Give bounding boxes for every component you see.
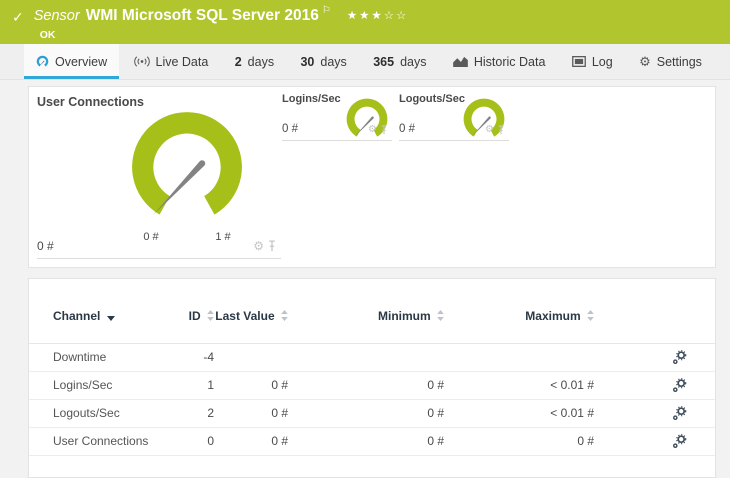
channel-id: 0 — [207, 434, 214, 448]
sort-icon — [437, 310, 444, 321]
channel-minimum: 0 # — [427, 378, 444, 392]
column-header-minimum[interactable]: Minimum — [288, 279, 444, 343]
channel-id: 2 — [207, 406, 214, 420]
gauge-settings-gear-icon[interactable]: ⚙ — [253, 239, 264, 253]
channel-maximum — [444, 343, 594, 371]
channel-last-value: 0 # — [271, 434, 288, 448]
channel-settings-gears-icon[interactable] — [672, 434, 687, 449]
gauge-value: 0 # — [282, 123, 298, 135]
logouts-gauge-tile: Logouts/Sec 0 # ⚙ — [399, 87, 509, 141]
tab-settings[interactable]: ⚙ Settings — [627, 44, 714, 79]
rating-stars[interactable]: ★★★☆☆ — [347, 8, 409, 22]
channel-settings-gears-icon[interactable] — [672, 378, 687, 393]
table-row: User Connections 0 0 # 0 # 0 # — [29, 427, 715, 455]
pin-icon[interactable] — [380, 125, 388, 135]
priority-flag-icon[interactable]: ⚐ — [322, 5, 331, 16]
table-row: Downtime -4 — [29, 343, 715, 371]
historic-chart-icon — [453, 56, 468, 67]
channel-maximum: 0 # — [577, 434, 594, 448]
channel-name: Logins/Sec — [53, 378, 113, 392]
channels-panel: Channel ID Last Value Minimum Maximum Do… — [28, 278, 716, 478]
tab-30-days[interactable]: 30 days — [288, 44, 358, 79]
tab-label: Log — [591, 54, 613, 69]
tab-log[interactable]: Log — [560, 44, 625, 79]
channel-name: Downtime — [53, 350, 107, 364]
channel-last-value: 0 # — [271, 406, 288, 420]
channel-id: 1 — [207, 378, 214, 392]
sort-desc-icon — [107, 316, 115, 321]
table-header-row: Channel ID Last Value Minimum Maximum — [29, 279, 715, 343]
prtg-sensor-page: { "header": { "check": "✓", "kind_label"… — [0, 0, 730, 478]
table-row: Logouts/Sec 2 0 # 0 # < 0.01 # — [29, 399, 715, 427]
channel-settings-gears-icon[interactable] — [672, 350, 687, 365]
sensor-title: WMI Microsoft SQL Server 2016 — [85, 7, 319, 24]
channel-minimum — [288, 343, 444, 371]
gauges-panel: User Connections 0 # 1 # 0 # ⚙ Logins/Se… — [28, 86, 716, 268]
channel-name: Logouts/Sec — [53, 406, 120, 420]
sensor-kind-label: Sensor — [33, 8, 80, 24]
column-header-id[interactable]: ID — [183, 279, 214, 343]
tab-2-days[interactable]: 2 days — [223, 44, 286, 79]
gauge-icon — [36, 55, 49, 68]
tab-overview[interactable]: Overview — [24, 44, 120, 79]
tab-live-data[interactable]: Live Data — [122, 44, 221, 79]
channel-id: -4 — [203, 350, 214, 364]
gauge-value: 0 # — [399, 123, 415, 135]
sensor-status-bar: ✓ Sensor WMI Microsoft SQL Server 2016 ⚐… — [0, 0, 730, 44]
tab-label: Historic Data — [473, 54, 546, 69]
log-icon — [572, 56, 586, 67]
channel-maximum: < 0.01 # — [550, 378, 594, 392]
tab-label: Settings — [656, 54, 702, 69]
gauge-title: Logouts/Sec — [399, 93, 466, 105]
channels-table: Channel ID Last Value Minimum Maximum Do… — [29, 279, 715, 456]
sort-icon — [587, 310, 594, 321]
live-signal-icon — [134, 55, 150, 68]
column-header-channel[interactable]: Channel — [29, 279, 183, 343]
channel-name: User Connections — [53, 434, 149, 448]
tab-number: 365 — [373, 54, 395, 69]
tab-number: 30 — [300, 54, 315, 69]
logins-gauge-tile: Logins/Sec 0 # ⚙ — [282, 87, 392, 141]
tab-label: Live Data — [155, 54, 209, 69]
tab-number: 2 — [234, 54, 242, 69]
tab-label: days — [247, 54, 275, 69]
gauge-value: 0 # — [37, 239, 54, 253]
sensor-title-block: Sensor WMI Microsoft SQL Server 2016 ⚐ ★… — [33, 5, 409, 41]
channel-minimum: 0 # — [427, 406, 444, 420]
sensor-status-badge: OK — [39, 29, 56, 41]
gear-icon: ⚙ — [639, 53, 651, 69]
logins-gauge — [344, 96, 390, 142]
table-row: Logins/Sec 1 0 # 0 # < 0.01 # — [29, 371, 715, 399]
logouts-gauge — [461, 96, 507, 142]
tab-historic-data[interactable]: Historic Data — [441, 44, 558, 79]
column-header-last-value[interactable]: Last Value — [214, 279, 288, 343]
tab-label: Overview — [55, 54, 108, 69]
status-check-icon: ✓ — [12, 9, 24, 25]
pin-icon[interactable] — [497, 125, 505, 135]
sort-icon — [281, 310, 288, 321]
tab-label: days — [400, 54, 427, 69]
channel-settings-gears-icon[interactable] — [672, 406, 687, 421]
column-header-maximum[interactable]: Maximum — [444, 279, 594, 343]
channel-last-value: 0 # — [271, 378, 288, 392]
channel-last-value — [214, 343, 288, 371]
tab-bar: Overview Live Data 2 days 30 days 365 da… — [0, 44, 730, 80]
channel-minimum: 0 # — [427, 434, 444, 448]
gauge-settings-gear-icon[interactable]: ⚙ — [368, 124, 377, 135]
primary-gauge-tile: User Connections 0 # 1 # 0 # ⚙ — [37, 87, 281, 259]
sort-icon — [207, 310, 214, 321]
user-connections-gauge — [125, 105, 249, 229]
gauge-settings-gear-icon[interactable]: ⚙ — [485, 124, 494, 135]
channel-maximum: < 0.01 # — [550, 406, 594, 420]
gauge-title: Logins/Sec — [282, 93, 341, 105]
tab-365-days[interactable]: 365 days — [361, 44, 438, 79]
tab-label: days — [320, 54, 347, 69]
pin-icon[interactable] — [267, 240, 277, 252]
